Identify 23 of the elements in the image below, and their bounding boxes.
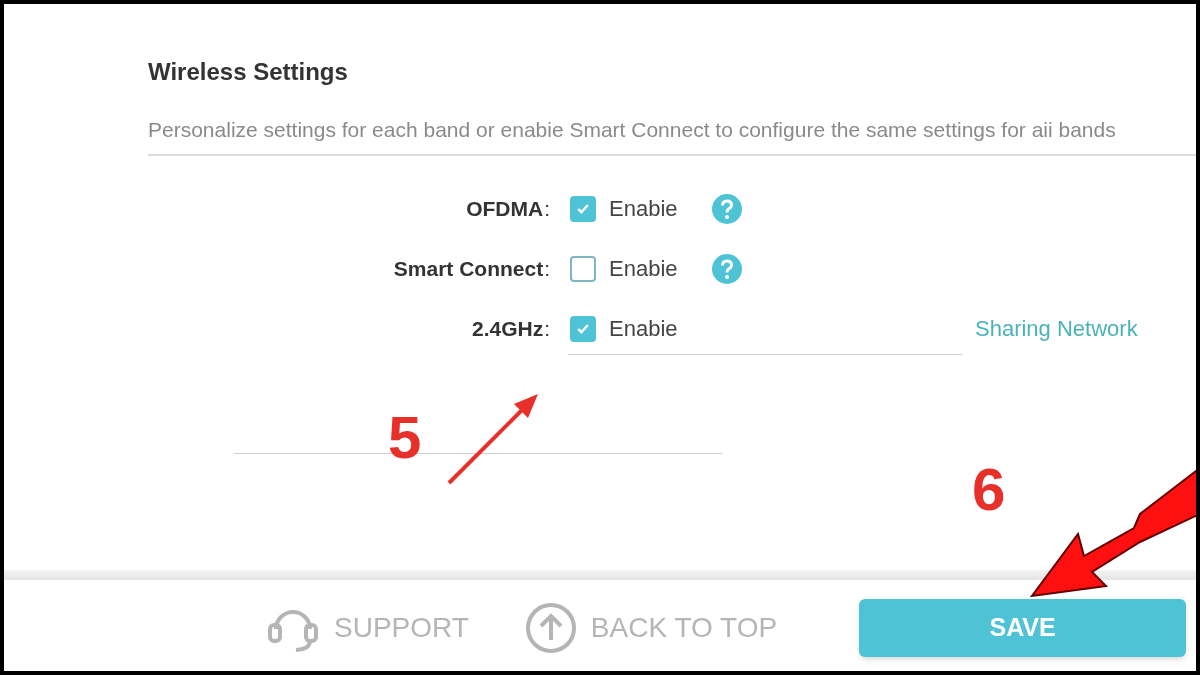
setting-label: OFDMA: [466, 195, 544, 222]
checkbox[interactable]: [570, 195, 596, 222]
setting-label: 2.4GHz: [471, 315, 544, 342]
support-link[interactable]: SUPPORT: [334, 606, 469, 649]
sharing-network-link[interactable]: Sharing Network: [975, 312, 1138, 345]
option-label: Enabie: [609, 195, 679, 223]
checkbox[interactable]: [570, 315, 596, 342]
step-number: 5: [388, 408, 422, 468]
option-label: Enabie: [609, 315, 679, 343]
colon: :: [544, 315, 550, 342]
step-number: 6: [972, 460, 1006, 520]
save-button[interactable]: SAVE: [859, 598, 1187, 657]
option-label: Enabie: [609, 255, 679, 283]
help-icon[interactable]: [712, 253, 742, 284]
section-title: Wireless Settings: [148, 57, 348, 87]
colon: :: [544, 255, 550, 282]
back-to-top-link[interactable]: BACK TO TOP: [590, 606, 778, 649]
checkbox[interactable]: [570, 255, 596, 282]
setting-label: Smart Connect: [393, 255, 544, 282]
arrow-up-circle-icon: [524, 601, 577, 654]
colon: :: [544, 195, 550, 222]
help-icon[interactable]: [712, 193, 742, 224]
section-description: Personalize settings for each band or enabie Smart Connect to configure the same settings for aii bands: [148, 117, 1116, 143]
